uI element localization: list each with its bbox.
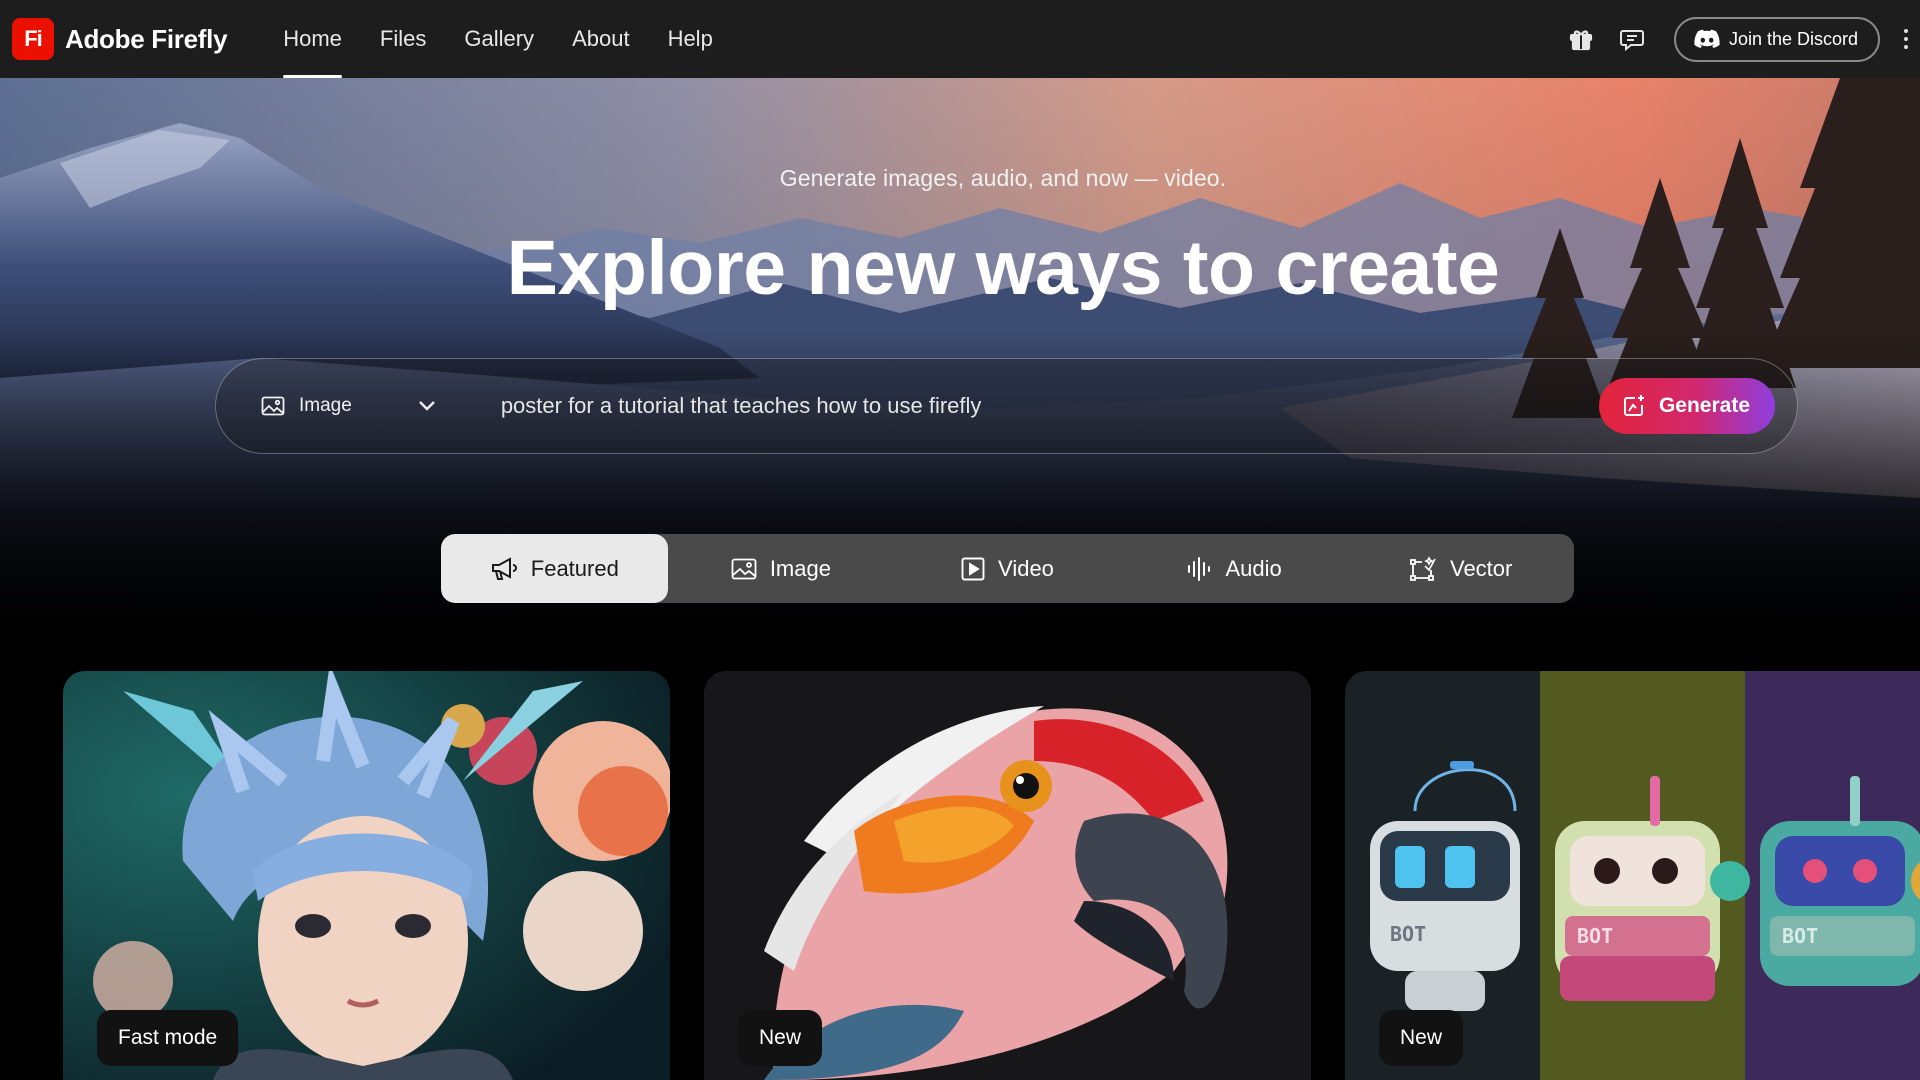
more-options-icon[interactable] [1892, 19, 1920, 59]
vector-icon [1410, 555, 1436, 581]
top-nav-bar: Fi Adobe Firefly Home Files Gallery Abou… [0, 0, 1920, 78]
brand-name: Adobe Firefly [65, 23, 228, 54]
card-badge-fast-mode: Fast mode [97, 1010, 239, 1066]
svg-text:BOT: BOT [1390, 922, 1426, 946]
join-discord-button[interactable]: Join the Discord [1673, 16, 1880, 62]
hero-subtitle: Generate images, audio, and now — video. [779, 165, 1227, 191]
featured-card-robots[interactable]: BOT BOT BOT New [1345, 671, 1920, 1080]
chat-feedback-icon[interactable] [1612, 19, 1652, 59]
brand[interactable]: Fi Adobe Firefly [12, 18, 228, 60]
card-badge-new: New [738, 1010, 823, 1066]
tab-vector-label: Vector [1449, 555, 1513, 581]
nav-link-gallery[interactable]: Gallery [445, 0, 553, 78]
generate-sparkle-icon [1623, 395, 1644, 416]
tab-image[interactable]: Image [668, 534, 895, 603]
tab-image-label: Image [769, 555, 831, 581]
generate-button[interactable]: Generate [1598, 378, 1775, 434]
card-badge-new: New [1379, 1010, 1464, 1066]
generate-label: Generate [1658, 394, 1750, 417]
megaphone-icon [491, 556, 517, 580]
image-icon [261, 396, 285, 416]
tab-featured-label: Featured [530, 555, 619, 581]
image-icon [731, 558, 757, 579]
svg-text:BOT: BOT [1782, 924, 1818, 948]
hero-title: Explore new ways to create [506, 225, 1500, 311]
nav-link-home[interactable]: Home [264, 0, 361, 78]
nav-link-files[interactable]: Files [361, 0, 445, 78]
nav-link-about[interactable]: About [553, 0, 649, 78]
media-type-dropdown[interactable]: Image [261, 395, 436, 417]
svg-text:BOT: BOT [1577, 924, 1613, 948]
tab-featured[interactable]: Featured [441, 534, 668, 603]
discord-icon [1694, 29, 1720, 48]
tab-video[interactable]: Video [894, 534, 1121, 603]
prompt-input[interactable] [500, 393, 1599, 419]
category-tabs: Featured Image Video Audio Vector [441, 534, 1574, 603]
prompt-bar: Image Generate [215, 358, 1798, 454]
nav-right-actions: Join the Discord [1561, 0, 1920, 78]
featured-card-fast-mode[interactable]: Fast mode [63, 671, 670, 1080]
nav-link-help[interactable]: Help [649, 0, 732, 78]
gift-icon[interactable] [1561, 19, 1601, 59]
audio-waveform-icon [1188, 556, 1211, 581]
chevron-down-icon [418, 401, 435, 411]
tab-audio[interactable]: Audio [1121, 534, 1348, 603]
nav-links: Home Files Gallery About Help [264, 0, 732, 78]
video-icon [961, 557, 985, 580]
tab-video-label: Video [998, 555, 1054, 581]
join-discord-label: Join the Discord [1728, 28, 1858, 49]
tab-audio-label: Audio [1225, 555, 1282, 581]
featured-card-parrot[interactable]: New [704, 671, 1311, 1080]
tab-vector[interactable]: Vector [1347, 534, 1574, 603]
firefly-logo: Fi [12, 18, 54, 60]
media-type-label: Image [299, 395, 352, 416]
